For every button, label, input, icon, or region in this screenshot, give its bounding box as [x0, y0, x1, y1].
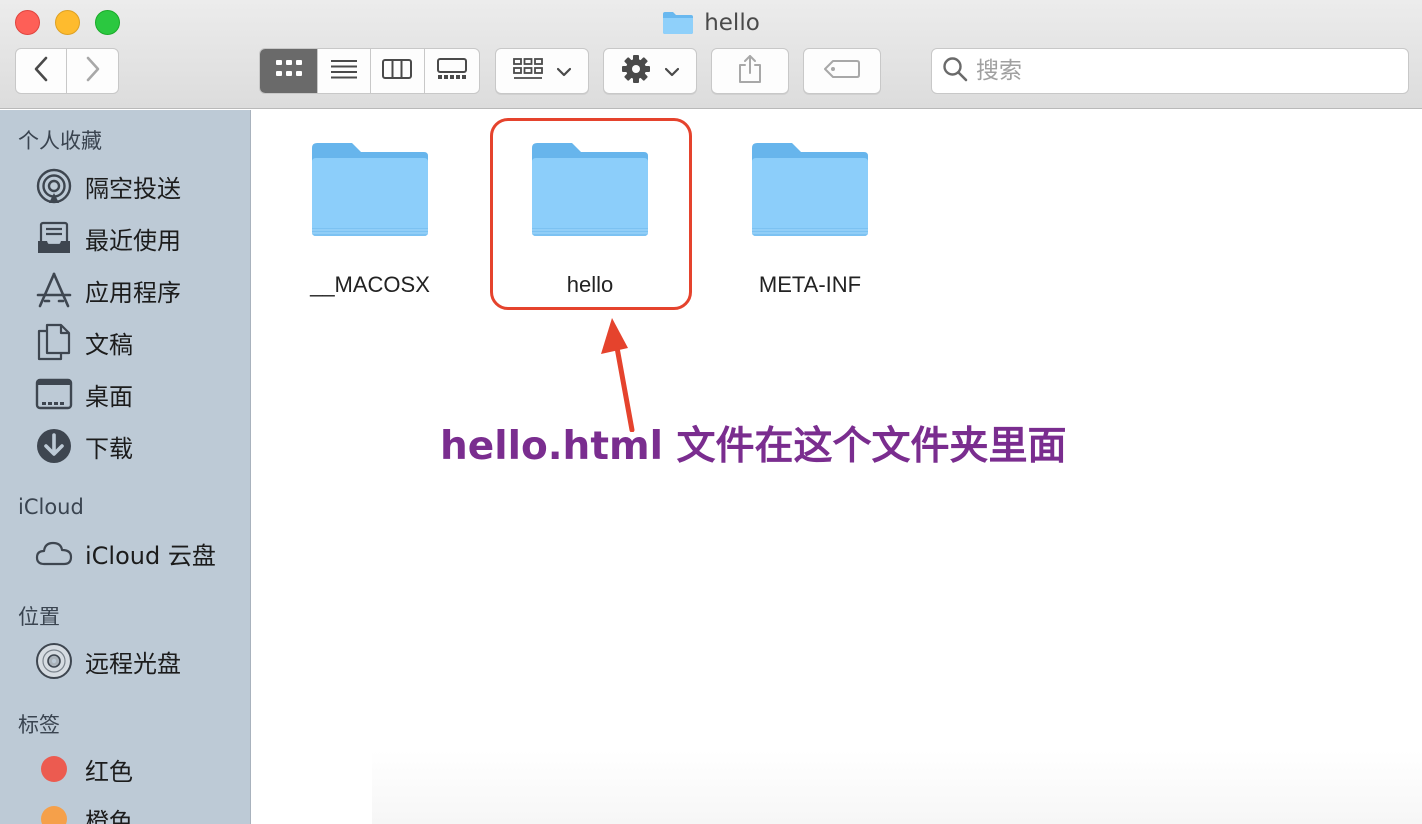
chevron-down-icon [664, 62, 680, 81]
sidebar: 个人收藏 隔空投送 最近使用 应用程序 文稿 桌面 下载 iCloud iClo… [0, 110, 251, 824]
back-button[interactable] [16, 49, 68, 93]
sidebar-item-icloud-drive[interactable]: iCloud 云盘 [35, 532, 245, 574]
sidebar-item-remote-disc[interactable]: 远程光盘 [35, 640, 245, 682]
window-toolbar: hello [0, 0, 1422, 109]
chevron-left-icon [33, 56, 49, 86]
file-name: __MACOSX [310, 272, 430, 297]
column-view-icon [382, 59, 413, 83]
disc-icon [35, 642, 73, 680]
sidebar-item-label: 最近使用 [85, 226, 181, 255]
applications-icon [35, 271, 73, 309]
file-item[interactable]: META-INF [730, 140, 890, 298]
window-title-bar: hello [0, 7, 1422, 39]
sidebar-section-tags: 标签 [18, 713, 60, 737]
sidebar-item-downloads[interactable]: 下载 [35, 425, 245, 467]
file-browser-content: __MACOSX hello META-INF hello.html 文件在这个… [252, 110, 1422, 824]
search-icon [942, 56, 968, 86]
sidebar-item-label: 橙色 [85, 807, 133, 824]
sidebar-item-tag-orange[interactable]: 橙色 [35, 798, 245, 824]
action-menu-button[interactable] [603, 48, 697, 94]
gallery-view-button[interactable] [425, 49, 480, 93]
sidebar-item-label: iCloud 云盘 [85, 541, 216, 570]
sidebar-item-label: 远程光盘 [85, 649, 181, 678]
tag-icon [824, 59, 860, 83]
sidebar-item-applications[interactable]: 应用程序 [35, 269, 245, 311]
sidebar-item-airdrop[interactable]: 隔空投送 [35, 165, 245, 207]
annotation-arrow-icon [601, 318, 635, 432]
sidebar-item-label: 文稿 [85, 330, 133, 359]
sidebar-section-locations: 位置 [18, 605, 60, 629]
annotation-highlight-box [490, 118, 692, 310]
sidebar-item-desktop[interactable]: 桌面 [35, 373, 245, 415]
icon-view-button[interactable] [260, 49, 319, 93]
sidebar-item-tag-red[interactable]: 红色 [35, 748, 245, 790]
column-view-button[interactable] [371, 49, 425, 93]
cloud-icon [35, 534, 73, 572]
share-button[interactable] [711, 48, 789, 94]
gallery-view-icon [436, 58, 467, 84]
sidebar-item-label: 红色 [85, 757, 133, 786]
list-view-icon [330, 59, 358, 83]
icon-view-icon [275, 59, 303, 83]
tag-color-dot [41, 806, 67, 824]
window-title: hello [704, 10, 760, 36]
search-input[interactable] [976, 58, 1376, 84]
share-icon [737, 54, 763, 88]
folder-icon [748, 140, 872, 244]
file-name: META-INF [758, 272, 862, 297]
chevron-down-icon [556, 62, 572, 81]
sidebar-item-recents[interactable]: 最近使用 [35, 217, 245, 259]
sidebar-item-label: 桌面 [85, 382, 133, 411]
group-by-button[interactable] [495, 48, 589, 94]
group-by-icon [513, 58, 543, 84]
sidebar-section-icloud: iCloud [18, 495, 84, 519]
recents-icon [35, 219, 73, 257]
airdrop-icon [35, 167, 73, 205]
sidebar-section-favorites: 个人收藏 [18, 129, 102, 153]
annotation-text: hello.html 文件在这个文件夹里面 [440, 424, 1067, 469]
sidebar-item-documents[interactable]: 文稿 [35, 321, 245, 363]
file-item[interactable]: __MACOSX [290, 140, 450, 298]
folder-icon [308, 140, 432, 244]
sidebar-item-label: 下载 [85, 434, 133, 463]
sidebar-item-label: 隔空投送 [85, 174, 181, 203]
gear-icon [621, 54, 651, 88]
view-mode-selector [259, 48, 480, 94]
sidebar-item-label: 应用程序 [85, 278, 181, 307]
desktop-icon [35, 375, 73, 413]
list-view-button[interactable] [318, 49, 371, 93]
folder-icon [662, 11, 694, 35]
tag-color-dot [41, 756, 67, 782]
documents-icon [35, 323, 73, 361]
forward-button[interactable] [67, 49, 118, 93]
search-field[interactable] [931, 48, 1409, 94]
chevron-right-icon [85, 56, 101, 86]
downloads-icon [35, 427, 73, 465]
navigation-buttons [15, 48, 119, 94]
scroll-shadow [372, 750, 1422, 824]
edit-tags-button[interactable] [803, 48, 881, 94]
